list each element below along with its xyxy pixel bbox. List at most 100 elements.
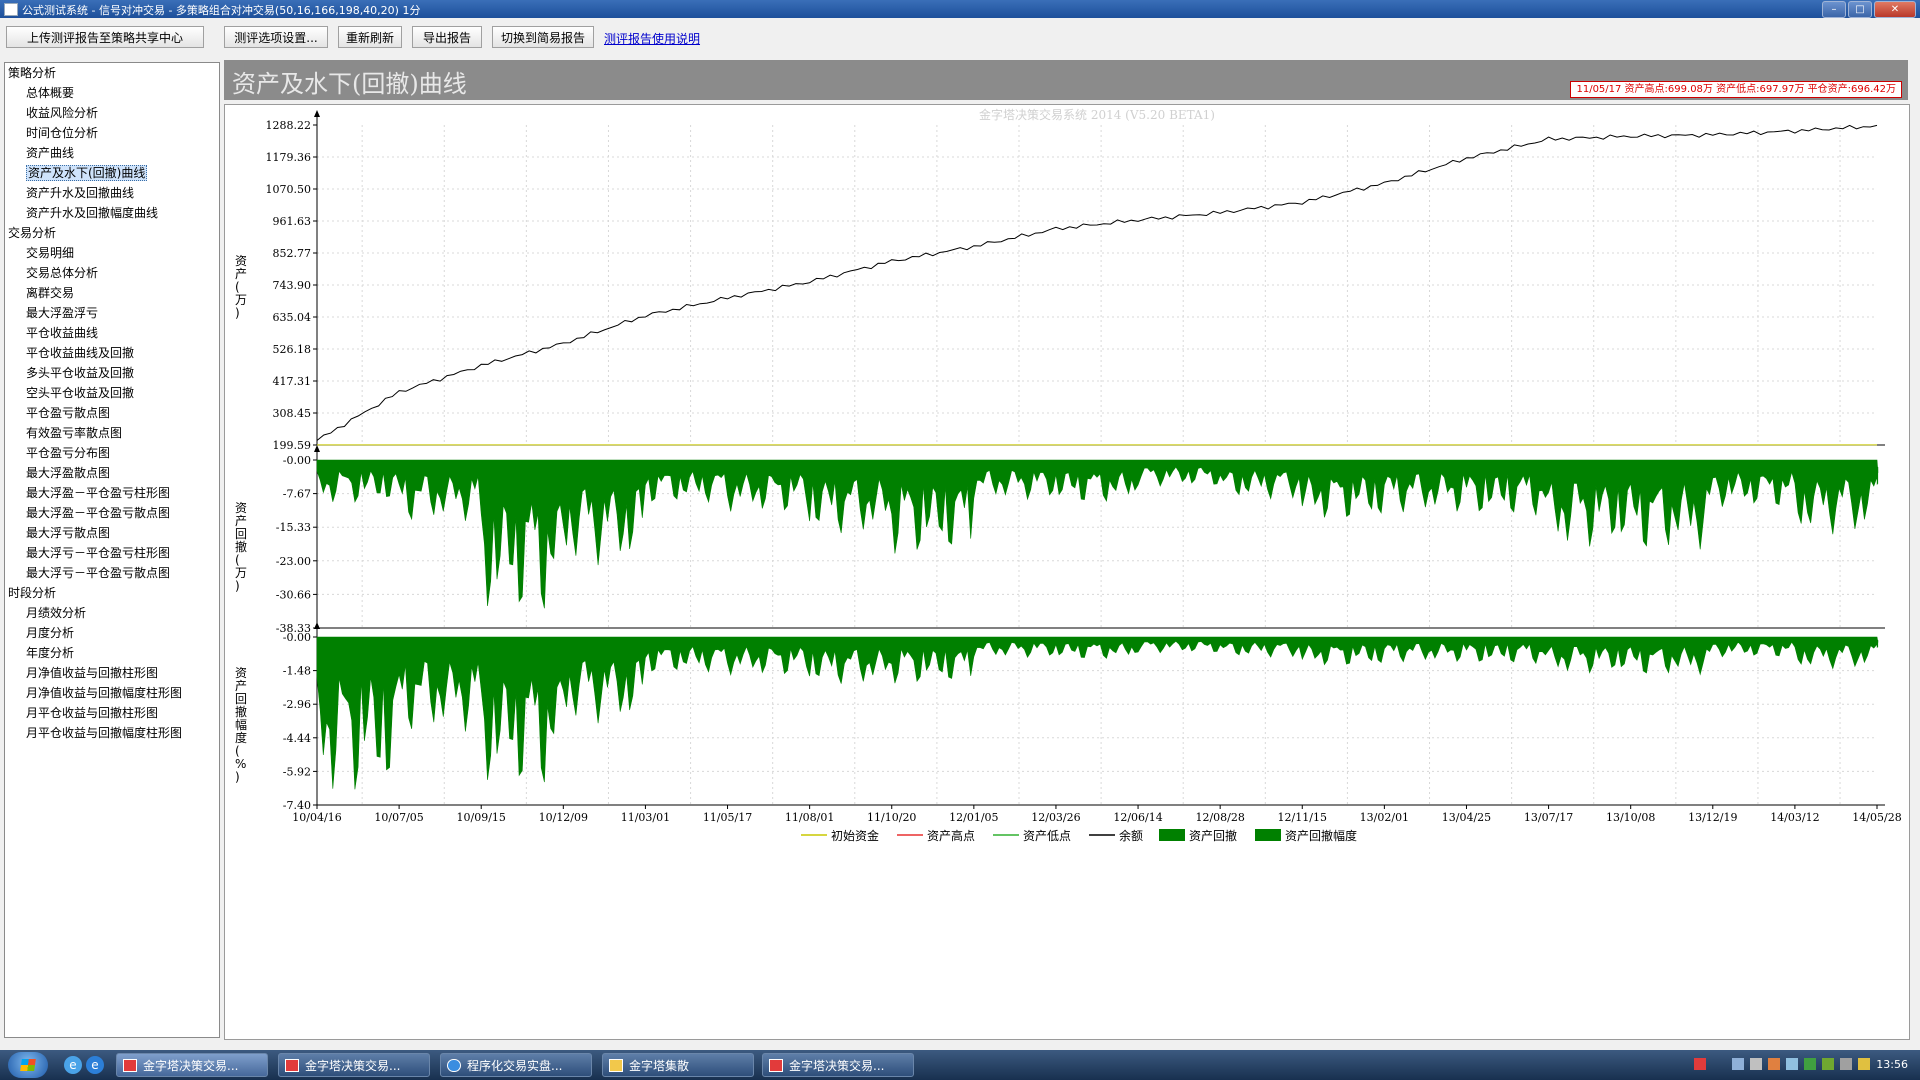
tree-item[interactable]: 空头平仓收益及回撤 [5,383,219,403]
switch-simple-report-button[interactable]: 切换到简易报告 [492,26,594,48]
close-button[interactable]: ✕ [1874,1,1916,18]
windows-logo-icon [20,1059,36,1071]
tree-item[interactable]: 平仓收益曲线及回撤 [5,343,219,363]
tree-item[interactable]: 最大浮亏－平仓盈亏柱形图 [5,543,219,563]
x-tick-label: 12/11/15 [1278,811,1327,824]
tray-security-icon[interactable] [1804,1058,1816,1070]
taskbar-window-button[interactable]: 金字塔决策交易... [762,1053,914,1077]
export-report-button[interactable]: 导出报告 [412,26,482,48]
tray-volume-icon[interactable] [1840,1058,1852,1070]
tree-item[interactable]: 资产及水下(回撤)曲线 [5,163,219,183]
y-tick-label: -4.44 [283,732,311,745]
tray-s-icon[interactable] [1694,1058,1706,1070]
tree-item[interactable]: 年度分析 [5,643,219,663]
tray-app-icon[interactable] [1768,1058,1780,1070]
tree-group[interactable]: 时段分析 [5,583,219,603]
y-axis-arrow [314,110,320,117]
tree-item-label: 月净值收益与回撤柱形图 [26,666,159,680]
tree-item[interactable]: 月净值收益与回撤幅度柱形图 [5,683,219,703]
tree-item-label: 月绩效分析 [26,606,87,620]
tree-item[interactable]: 月平仓收益与回撤幅度柱形图 [5,723,219,743]
tree-item-label: 月平仓收益与回撤柱形图 [26,706,159,720]
tray-network-icon[interactable] [1750,1058,1762,1070]
tree-item[interactable]: 月净值收益与回撤柱形图 [5,663,219,683]
x-tick-label: 12/06/14 [1113,811,1162,824]
tree-item[interactable]: 月绩效分析 [5,603,219,623]
folder-icon [609,1059,623,1072]
tray-keyboard-icon[interactable] [1732,1058,1744,1070]
tree-item[interactable]: 资产曲线 [5,143,219,163]
tree-item-label: 平仓收益曲线及回撤 [26,346,135,360]
upload-report-button[interactable]: 上传测评报告至策略共享中心 [6,26,204,48]
browser-quick-launch-icon[interactable]: e [86,1056,104,1074]
legend-swatch [1255,829,1281,841]
tree-item[interactable]: 月度分析 [5,623,219,643]
legend-label: 余额 [1119,828,1143,843]
minimize-button[interactable]: – [1822,1,1846,18]
report-help-link[interactable]: 测评报告使用说明 [604,30,700,47]
tree-item-label: 空头平仓收益及回撤 [26,386,135,400]
tree-item-label: 平仓盈亏分布图 [26,446,111,460]
tree-item-label: 最大浮盈－平仓盈亏柱形图 [26,486,171,500]
refresh-button[interactable]: 重新刷新 [338,26,402,48]
x-tick-label: 10/04/16 [292,811,341,824]
y-tick-label: -2.96 [283,698,311,711]
tree-group[interactable]: 交易分析 [5,223,219,243]
x-tick-label: 14/03/12 [1770,811,1819,824]
analysis-tree: 策略分析 总体概要 收益风险分析 时间仓位分析 资产曲线 资产及水下(回撤)曲线 资产升水及… [4,62,220,1038]
tray-shield-icon[interactable] [1858,1058,1870,1070]
tray-green-icon[interactable] [1822,1058,1834,1070]
y-tick-label: 852.77 [273,247,312,260]
y-tick-label: -15.33 [276,521,311,534]
tree-item[interactable]: 最大浮盈浮亏 [5,303,219,323]
y-axis-label-char: 撤 [235,539,247,554]
tree-item[interactable]: 交易明细 [5,243,219,263]
tree-item[interactable]: 离群交易 [5,283,219,303]
tree-item[interactable]: 多头平仓收益及回撤 [5,363,219,383]
tree-item[interactable]: 资产升水及回撤曲线 [5,183,219,203]
y-axis-label-char: ( [235,280,240,294]
tree-item[interactable]: 最大浮盈－平仓盈亏柱形图 [5,483,219,503]
tree-item-label: 平仓收益曲线 [26,326,99,340]
y-axis-label-char: 资 [235,666,247,680]
tree-item[interactable]: 收益风险分析 [5,103,219,123]
ie-quick-launch-icon[interactable]: e [64,1056,82,1074]
tray-monitor-icon[interactable] [1786,1058,1798,1070]
chart-watermark: 金字塔决策交易系统 2014 (V5.20 BETA1) [979,107,1215,122]
y-tick-label: 526.18 [273,343,312,356]
tree-item-label: 时间仓位分析 [26,126,99,140]
taskbar-window-button[interactable]: 金字塔决策交易... [278,1053,430,1077]
tree-item-label: 最大浮盈浮亏 [26,306,99,320]
taskbar-window-button[interactable]: 金字塔集散 [602,1053,754,1077]
y-axis-label-char: 资 [235,254,247,268]
tree-item-label: 总体概要 [26,86,75,100]
y-tick-label: -1.48 [283,665,311,678]
maximize-button[interactable]: □ [1848,1,1872,18]
tree-item-label: 交易明细 [26,246,75,260]
x-tick-label: 10/09/15 [457,811,506,824]
tree-item[interactable]: 最大浮亏散点图 [5,523,219,543]
tree-item[interactable]: 资产升水及回撤幅度曲线 [5,203,219,223]
start-button[interactable] [8,1052,48,1078]
tree-item[interactable]: 月平仓收益与回撤柱形图 [5,703,219,723]
chart-panel: 1288.22 1179.36 1070.50 961.63 852.77 743.90 6… [224,104,1910,1040]
taskbar-window-button[interactable]: 程序化交易实盘... [440,1053,592,1077]
tree-item[interactable]: 总体概要 [5,83,219,103]
tree-item[interactable]: 最大浮盈散点图 [5,463,219,483]
tree-item-label: 资产升水及回撤幅度曲线 [26,206,159,220]
tree-item[interactable]: 最大浮亏－平仓盈亏散点图 [5,563,219,583]
tree-item[interactable]: 时间仓位分析 [5,123,219,143]
tree-item[interactable]: 平仓收益曲线 [5,323,219,343]
tree-item-label: 离群交易 [26,286,75,300]
taskbar-window-button[interactable]: 金字塔决策交易... [116,1053,268,1077]
tree-item[interactable]: 平仓盈亏分布图 [5,443,219,463]
y-axis-arrow [314,622,320,629]
tree-item[interactable]: 最大浮盈－平仓盈亏散点图 [5,503,219,523]
tree-group[interactable]: 策略分析 [5,63,219,83]
evaluation-settings-button[interactable]: 测评选项设置... [224,26,328,48]
x-tick-label: 11/03/01 [621,811,670,824]
tree-item[interactable]: 有效盈亏率散点图 [5,423,219,443]
tree-item[interactable]: 交易总体分析 [5,263,219,283]
x-tick-label: 13/10/08 [1606,811,1655,824]
tree-item[interactable]: 平仓盈亏散点图 [5,403,219,423]
